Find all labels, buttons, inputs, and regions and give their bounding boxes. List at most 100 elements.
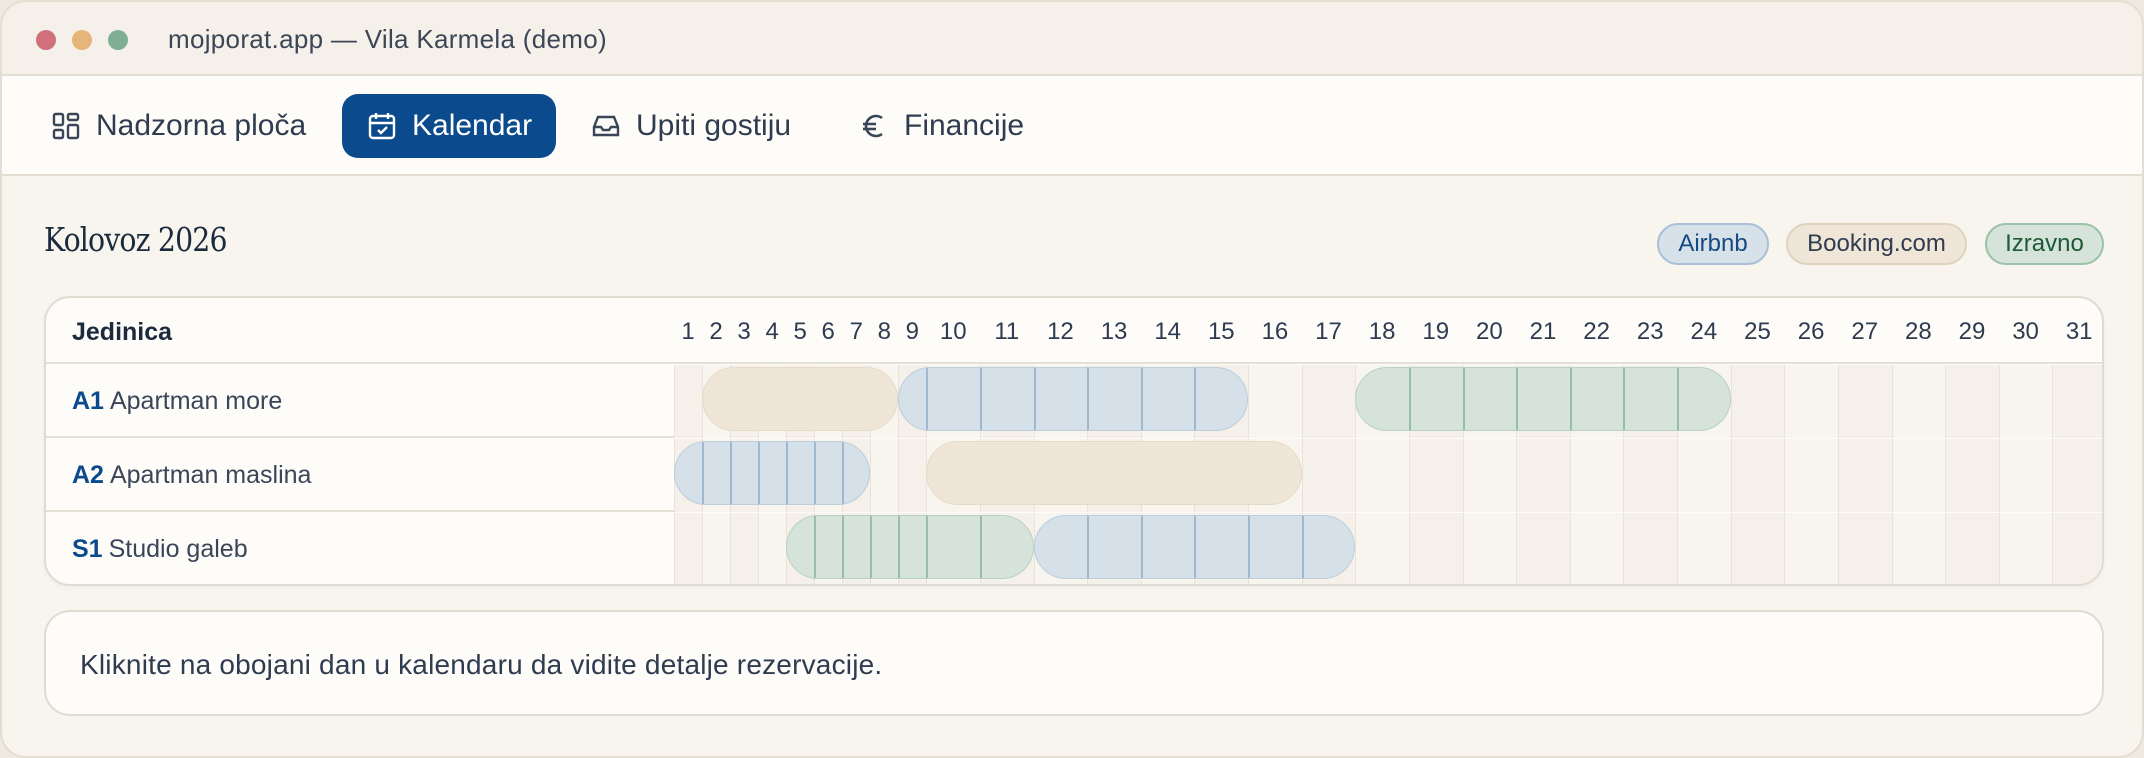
day-number: 24	[1690, 318, 1718, 345]
day-divider	[898, 516, 901, 578]
day-number: 29	[1958, 318, 1986, 345]
inbox-icon	[590, 110, 622, 142]
day-number: 22	[1583, 318, 1610, 345]
day-number: 18	[1368, 318, 1396, 345]
day-cell[interactable]	[1301, 439, 1356, 512]
day-cell[interactable]	[1998, 439, 2053, 512]
title-bar: mojporat.app — Vila Karmela (demo)	[2, 2, 2142, 76]
day-number: 21	[1529, 318, 1557, 345]
day-cell[interactable]	[758, 513, 787, 584]
day-number: 31	[2065, 318, 2093, 345]
day-cell[interactable]	[1891, 439, 1946, 512]
minimize-window-button[interactable]	[72, 30, 92, 50]
day-divider	[1141, 442, 1143, 504]
day-cell[interactable]	[2052, 365, 2102, 438]
euro-icon	[858, 110, 890, 142]
day-divider	[1248, 516, 1251, 578]
tab-calendar[interactable]: Kalendar	[342, 94, 556, 158]
day-number: 10	[939, 318, 967, 345]
day-cell[interactable]	[1516, 513, 1570, 584]
day-cell[interactable]	[1998, 365, 2053, 438]
day-divider	[1033, 368, 1036, 430]
day-cell[interactable]	[674, 365, 702, 438]
day-cell[interactable]	[1730, 365, 1785, 438]
day-cell[interactable]	[1784, 365, 1838, 438]
tab-guest-inquiries[interactable]: Upiti gostiju	[572, 94, 812, 158]
day-divider	[1569, 368, 1572, 430]
day-divider	[842, 516, 845, 578]
day-cell[interactable]	[1462, 513, 1517, 584]
day-cell[interactable]	[2052, 513, 2102, 584]
day-divider	[814, 442, 817, 504]
day-cell[interactable]	[1677, 439, 1731, 512]
maximize-window-button[interactable]	[108, 30, 128, 50]
booking-bar-direct[interactable]	[1355, 367, 1731, 431]
day-cell[interactable]	[1998, 513, 2053, 584]
close-window-button[interactable]	[36, 30, 56, 50]
legend-booking: Booking.com	[1786, 223, 1967, 265]
day-cell[interactable]	[870, 439, 899, 512]
day-cell[interactable]	[1730, 513, 1785, 584]
day-cell[interactable]	[1837, 439, 1892, 512]
day-cell[interactable]	[1516, 439, 1570, 512]
day-divider	[980, 442, 982, 504]
day-cell[interactable]	[2052, 439, 2102, 512]
day-divider	[1087, 442, 1089, 504]
day-cell[interactable]	[1677, 513, 1731, 584]
booking-bar-booking[interactable]	[702, 367, 899, 431]
day-divider	[980, 516, 982, 578]
day-cell[interactable]	[1462, 439, 1517, 512]
booking-bar-airbnb[interactable]	[898, 367, 1249, 431]
day-cell[interactable]	[1945, 513, 1999, 584]
day-number: 28	[1904, 318, 1932, 345]
day-cell[interactable]	[1355, 439, 1409, 512]
day-headers: 1 2 3 4 5 6 7 8 9 10 11 12 13 14 15 16 17 18 19 20 21 22 23 24 2…	[46, 298, 2102, 364]
day-cell[interactable]	[1569, 439, 1624, 512]
tab-label: Kalendar	[412, 109, 533, 142]
calendar-header-row: Jedinica 1 2 3 4 5 6 7 8 9 10 11 12 13 14 15 16 17 18 19 20…	[46, 298, 2102, 364]
day-cell[interactable]	[730, 513, 758, 584]
day-cell[interactable]	[1408, 439, 1463, 512]
day-divider	[1408, 368, 1411, 430]
day-cell[interactable]	[1784, 513, 1838, 584]
booking-bar-booking[interactable]	[926, 441, 1302, 505]
unit-label: A1 Apartman more	[72, 387, 282, 416]
day-cell[interactable]	[1945, 439, 1999, 512]
day-number: 11	[994, 318, 1020, 345]
booking-bar-airbnb[interactable]	[674, 441, 871, 505]
tab-dashboard[interactable]: Nadzorna ploča	[32, 94, 332, 158]
day-cell[interactable]	[1408, 513, 1463, 584]
booking-bar-direct[interactable]	[786, 515, 1034, 579]
tab-finances[interactable]: Financije	[840, 94, 1040, 158]
day-cell[interactable]	[1945, 365, 1999, 438]
day-divider	[870, 516, 873, 578]
day-divider	[1301, 516, 1304, 578]
day-divider	[1140, 368, 1143, 430]
day-divider	[758, 368, 760, 430]
day-number: 12	[1047, 318, 1074, 345]
day-cell[interactable]	[1891, 365, 1946, 438]
day-cell[interactable]	[1623, 513, 1677, 584]
day-cell[interactable]	[1248, 365, 1302, 438]
day-cell[interactable]	[1355, 513, 1409, 584]
day-cell[interactable]	[1730, 439, 1785, 512]
day-cell[interactable]	[898, 439, 926, 512]
day-divider	[870, 368, 872, 430]
day-number: 27	[1851, 318, 1879, 345]
day-cell[interactable]	[1623, 439, 1677, 512]
day-cell[interactable]	[1837, 365, 1892, 438]
day-cell[interactable]	[702, 513, 731, 584]
day-cell[interactable]	[674, 513, 702, 584]
tab-label: Nadzorna ploča	[96, 109, 307, 142]
day-number: 2	[709, 318, 723, 345]
booking-bar-airbnb[interactable]	[1033, 515, 1356, 579]
tab-label: Upiti gostiju	[636, 109, 792, 142]
day-cell[interactable]	[1569, 513, 1624, 584]
day-cell[interactable]	[1891, 513, 1946, 584]
day-number: 4	[765, 318, 779, 345]
day-cell[interactable]	[1837, 513, 1892, 584]
unit-name: Apartman more	[109, 387, 283, 415]
day-divider	[1140, 516, 1143, 578]
day-cell[interactable]	[1301, 365, 1356, 438]
day-cell[interactable]	[1784, 439, 1838, 512]
